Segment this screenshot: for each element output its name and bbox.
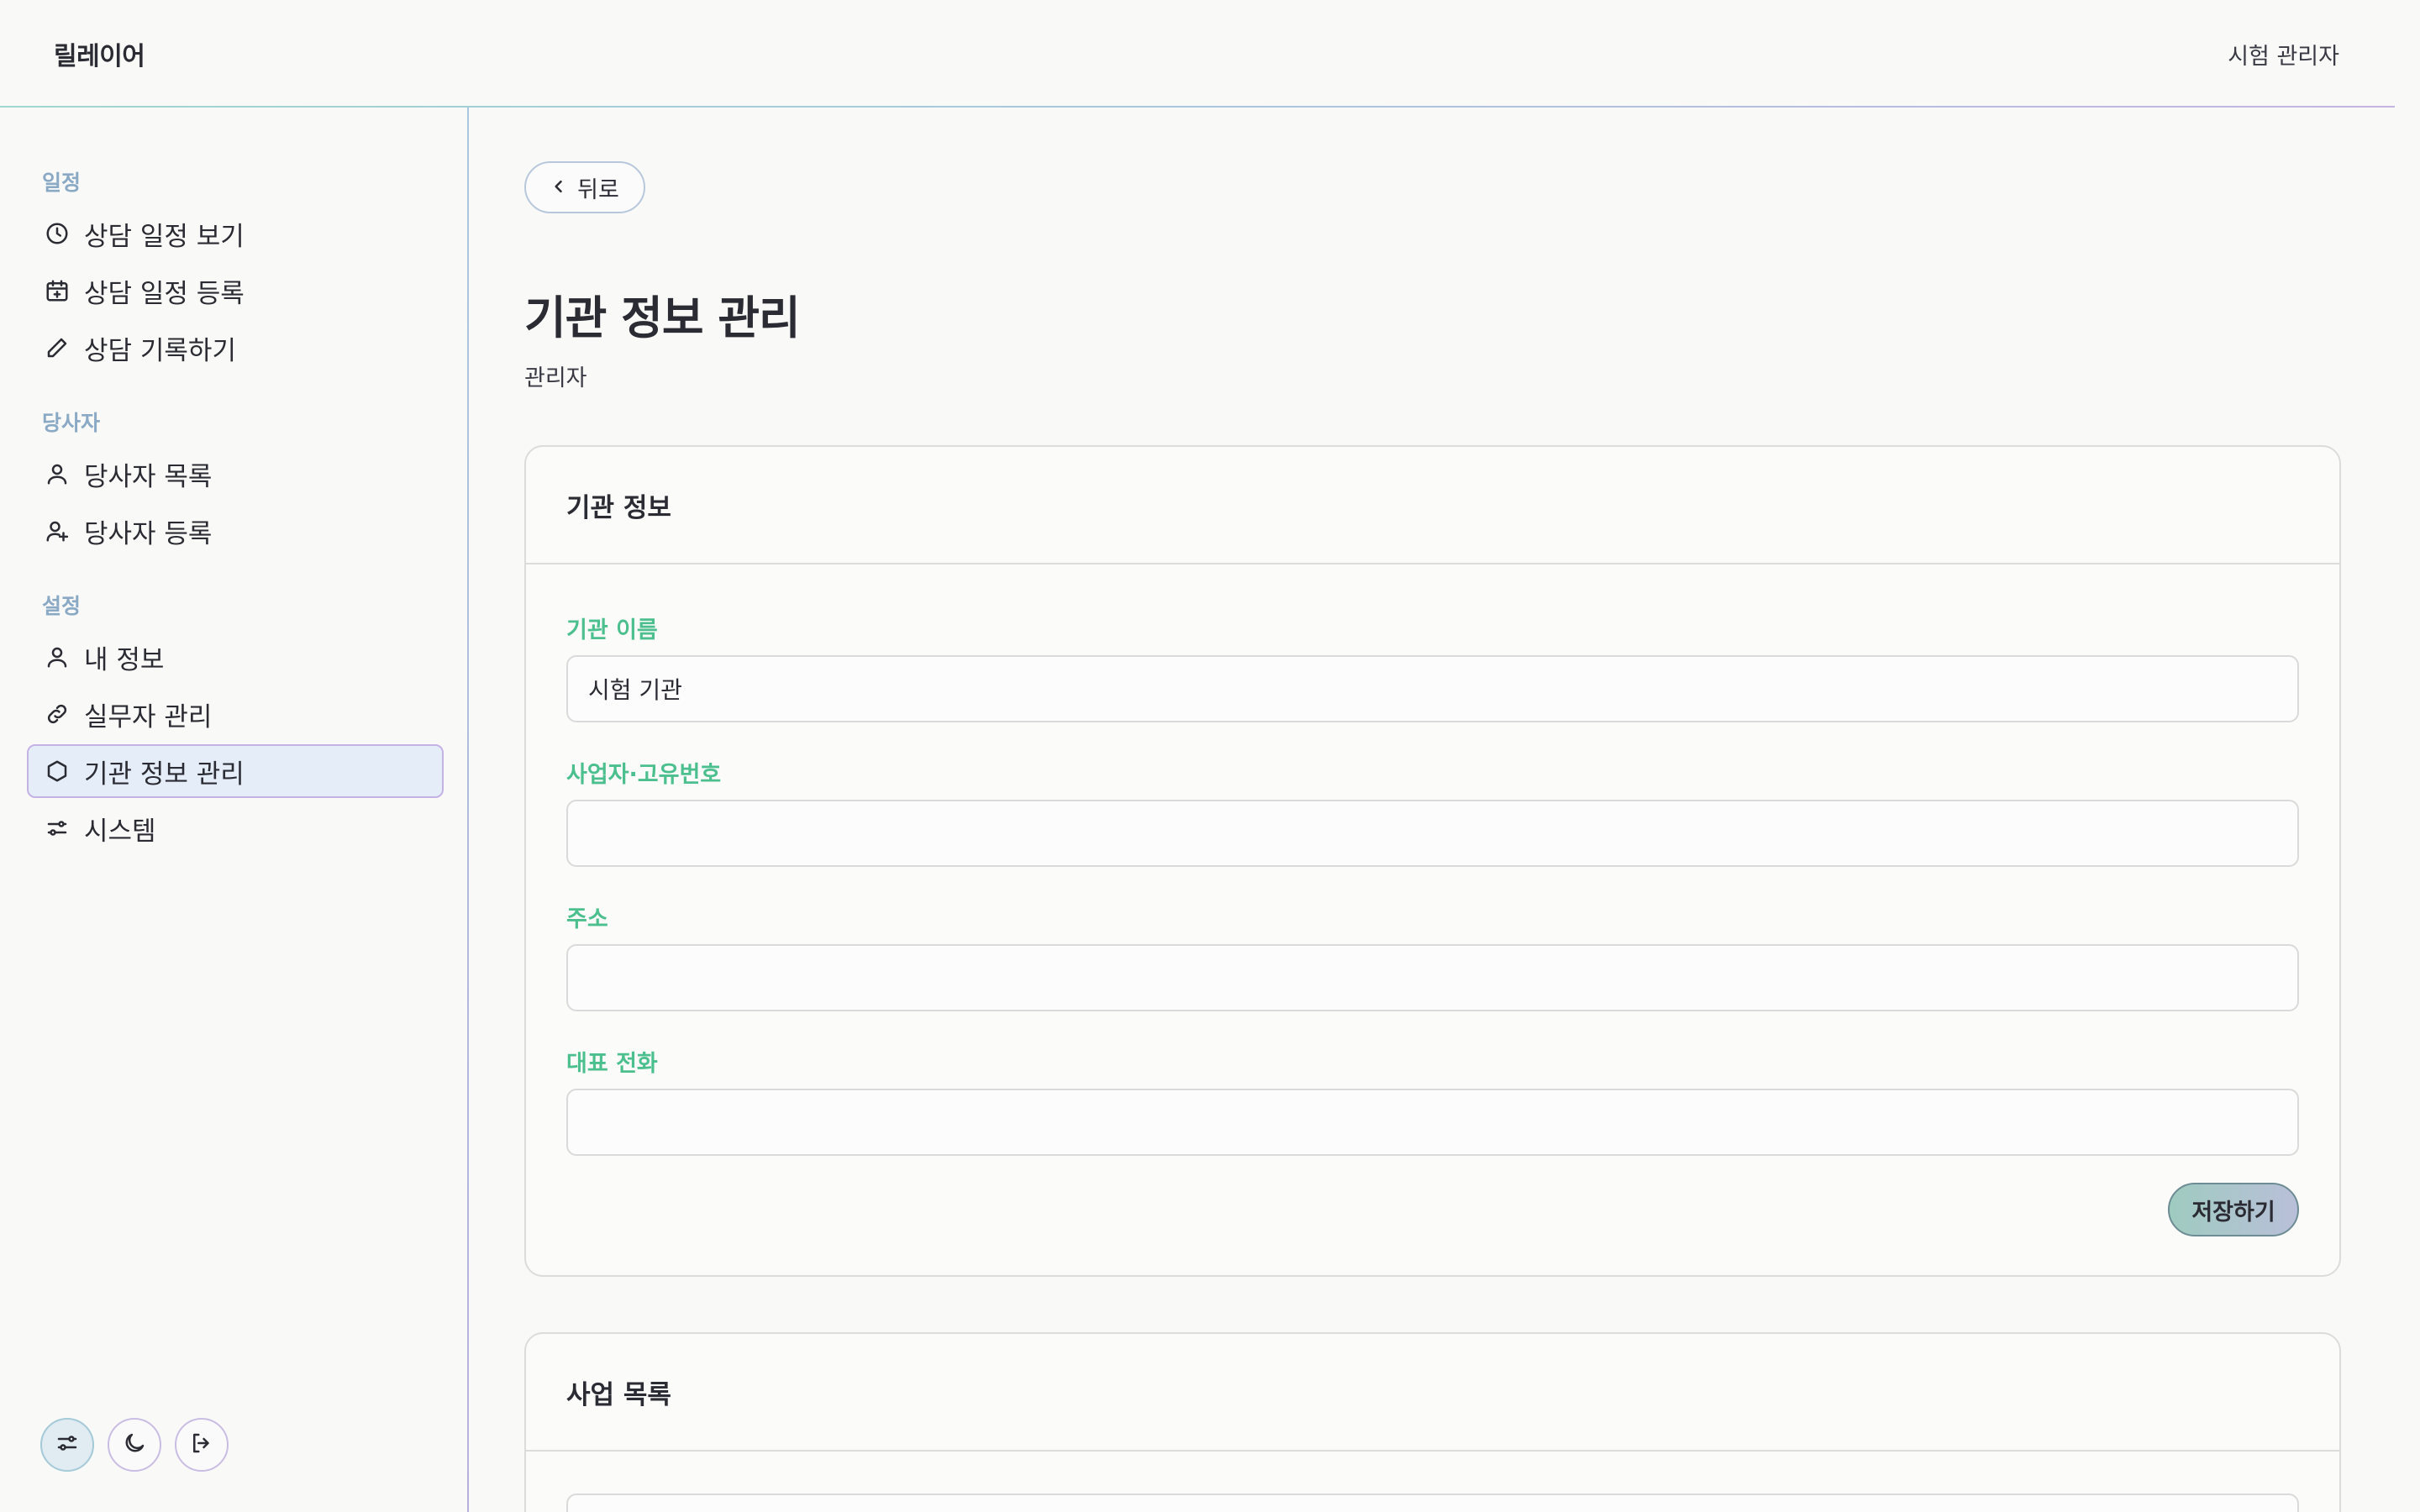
sidebar-item-client-list[interactable]: 당사자 목록 [27,447,444,501]
sidebar-bottom-actions [40,1418,229,1472]
sidebar-item-label: 기관 정보 관리 [84,759,245,790]
address-input[interactable] [566,944,2299,1011]
main-content: 뒤로 기관 정보 관리 관리자 기관 정보 기관 이름 시험 기관 사업자·고유… [469,108,2420,1512]
link-icon [44,701,71,727]
pencil-icon [44,334,71,361]
dark-mode-button[interactable] [108,1418,161,1472]
sidebar-item-label: 당사자 등록 [84,518,213,549]
calendar-plus-icon [44,277,71,304]
sidebar-item-label: 당사자 목록 [84,461,213,492]
nav-section-schedule: 일정 [42,171,82,195]
org-info-card: 기관 정보 기관 이름 시험 기관 사업자·고유번호 주소 대표 전화 저장하기 [524,445,2341,1277]
sidebar-item-record[interactable]: 상담 기록하기 [27,321,444,375]
sidebar-item-label: 내 정보 [84,644,165,675]
sidebar-item-system[interactable]: 시스템 [27,801,444,855]
logout-button[interactable] [175,1418,229,1472]
hexagon-icon [44,758,71,785]
sidebar-item-client-register[interactable]: 당사자 등록 [27,504,444,558]
org-info-card-title: 기관 정보 [526,447,2339,564]
top-header: 릴레이어 시험 관리자 [0,0,2420,108]
sliders-icon [44,815,71,842]
page-subtitle: 관리자 [524,365,587,391]
app-root: 릴레이어 시험 관리자 일정 상담 일정 보기 상담 일정 등록 상담 기록하기… [0,0,2420,1512]
sidebar-item-staff[interactable]: 실무자 관리 [27,687,444,741]
moon-icon [122,1431,147,1459]
header-user-name[interactable]: 시험 관리자 [2228,38,2339,71]
nav-section-settings: 설정 [42,594,82,618]
nav-section-clients: 당사자 [42,411,101,435]
sidebar-item-label: 상담 일정 등록 [84,278,245,309]
chevron-left-icon [550,175,567,201]
sidebar-item-schedule-register[interactable]: 상담 일정 등록 [27,264,444,318]
org-name-input[interactable]: 시험 기관 [566,655,2299,722]
save-button[interactable]: 저장하기 [2168,1183,2299,1236]
page-title: 기관 정보 관리 [524,291,801,344]
business-number-label: 사업자·고유번호 [566,762,722,788]
logout-icon [189,1431,214,1459]
sidebar-item-org-info[interactable]: 기관 정보 관리 [27,744,444,798]
user-icon [44,643,71,670]
clock-icon [44,220,71,247]
sidebar-item-label: 상담 일정 보기 [84,221,245,252]
sliders-icon [55,1431,80,1459]
user-plus-icon [44,517,71,544]
phone-label: 대표 전화 [566,1051,658,1077]
projects-card-title: 사업 목록 [526,1334,2339,1452]
phone-input[interactable] [566,1089,2299,1156]
user-icon [44,460,71,487]
sidebar-item-label: 시스템 [84,816,156,847]
settings-toggle-button[interactable] [40,1418,94,1472]
sidebar-item-label: 실무자 관리 [84,701,213,732]
projects-card: 사업 목록 [524,1332,2341,1512]
sidebar-item-label: 상담 기록하기 [84,335,236,366]
org-name-label: 기관 이름 [566,617,658,643]
sidebar: 일정 상담 일정 보기 상담 일정 등록 상담 기록하기 당사자 당사자 목록 [0,108,469,1512]
business-number-input[interactable] [566,800,2299,867]
sidebar-item-schedule-view[interactable]: 상담 일정 보기 [27,207,444,260]
back-button-label: 뒤로 [577,176,619,203]
projects-list-item[interactable] [566,1494,2299,1512]
brand-logo[interactable]: 릴레이어 [54,35,145,72]
sidebar-item-my-info[interactable]: 내 정보 [27,630,444,684]
address-label: 주소 [566,906,608,932]
back-button[interactable]: 뒤로 [524,161,645,213]
